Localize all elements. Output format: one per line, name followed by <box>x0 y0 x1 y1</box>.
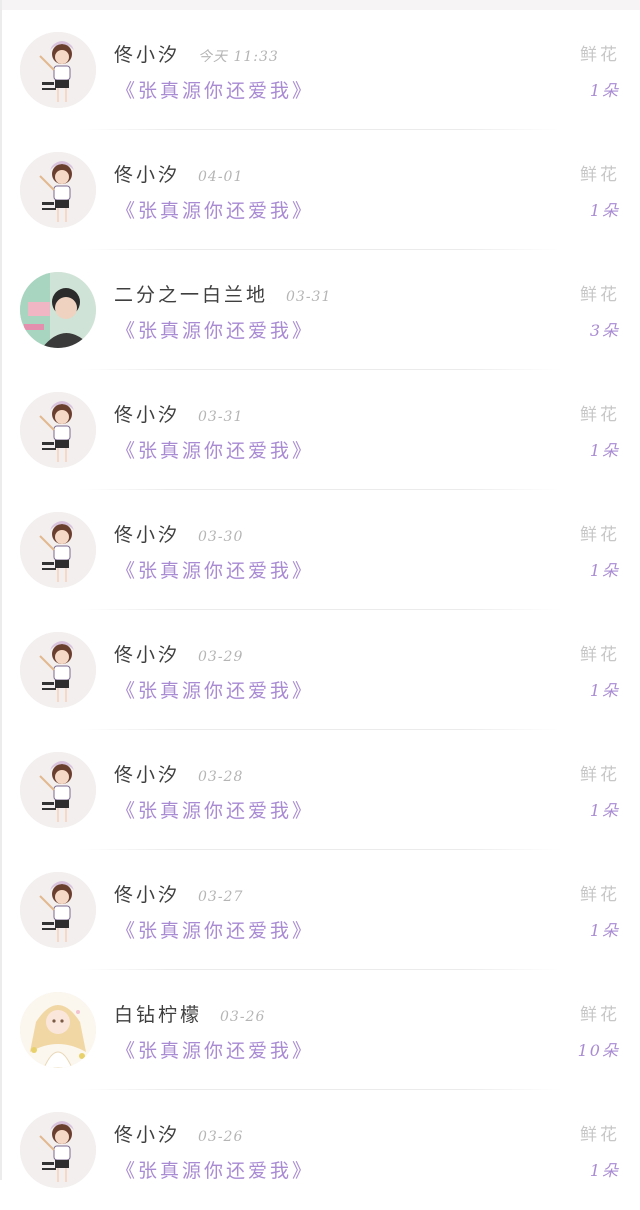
gift-type-label: 鲜花 <box>580 1125 620 1145</box>
gift-count: 3朵 <box>589 321 620 340</box>
user-avatar[interactable] <box>20 392 96 468</box>
gift-record-list: 佟小汐 今天 11:33 《张真源你还爱我》 鲜花 1朵 佟小汐 04-01 《… <box>0 10 640 1210</box>
user-name[interactable]: 二分之一白兰地 <box>114 284 268 306</box>
book-title-link[interactable]: 《张真源你还爱我》 <box>116 436 314 463</box>
user-name[interactable]: 白钻柠檬 <box>114 1004 202 1026</box>
list-item[interactable]: 佟小汐 03-26 《张真源你还爱我》 鲜花 1朵 <box>0 1090 640 1210</box>
user-avatar[interactable] <box>20 512 96 588</box>
send-date: 04-01 <box>198 169 244 185</box>
list-item[interactable]: 佟小汐 03-30 《张真源你还爱我》 鲜花 1朵 <box>0 490 640 610</box>
gift-count: 10朵 <box>577 1041 620 1060</box>
gift-count: 1朵 <box>589 561 620 580</box>
anime-girl-avatar-icon <box>20 992 96 1068</box>
user-name[interactable]: 佟小汐 <box>114 764 180 786</box>
user-name[interactable]: 佟小汐 <box>114 524 180 546</box>
gift-type-label: 鲜花 <box>580 765 620 785</box>
list-item[interactable]: 佟小汐 03-28 《张真源你还爱我》 鲜花 1朵 <box>0 730 640 850</box>
send-date: 今天 11:33 <box>198 49 279 65</box>
gift-type-label: 鲜花 <box>580 285 620 305</box>
send-date: 03-31 <box>286 289 332 305</box>
gift-type-label: 鲜花 <box>580 165 620 185</box>
user-avatar[interactable] <box>20 872 96 948</box>
gift-count: 1朵 <box>589 1161 620 1180</box>
gift-count: 1朵 <box>589 801 620 820</box>
girl-avatar-icon <box>20 872 96 948</box>
gift-type-label: 鲜花 <box>580 885 620 905</box>
top-strip <box>0 0 640 10</box>
send-date: 03-26 <box>220 1009 266 1025</box>
gift-count: 1朵 <box>589 81 620 100</box>
send-date: 03-30 <box>198 529 244 545</box>
user-name[interactable]: 佟小汐 <box>114 884 180 906</box>
gift-type-label: 鲜花 <box>580 525 620 545</box>
book-title-link[interactable]: 《张真源你还爱我》 <box>116 676 314 703</box>
list-item[interactable]: 佟小汐 03-31 《张真源你还爱我》 鲜花 1朵 <box>0 370 640 490</box>
boy-photo-avatar-icon <box>20 272 96 348</box>
send-date: 03-29 <box>198 649 244 665</box>
book-title-link[interactable]: 《张真源你还爱我》 <box>116 316 314 343</box>
girl-avatar-icon <box>20 752 96 828</box>
user-avatar[interactable] <box>20 32 96 108</box>
girl-avatar-icon <box>20 32 96 108</box>
girl-avatar-icon <box>20 1112 96 1188</box>
user-avatar[interactable] <box>20 152 96 228</box>
girl-avatar-icon <box>20 632 96 708</box>
send-date: 03-26 <box>198 1129 244 1145</box>
gift-type-label: 鲜花 <box>580 405 620 425</box>
book-title-link[interactable]: 《张真源你还爱我》 <box>116 76 314 103</box>
gift-count: 1朵 <box>589 441 620 460</box>
gift-type-label: 鲜花 <box>580 45 620 65</box>
send-date: 03-31 <box>198 409 244 425</box>
user-avatar[interactable] <box>20 1112 96 1188</box>
book-title-link[interactable]: 《张真源你还爱我》 <box>116 556 314 583</box>
book-title-link[interactable]: 《张真源你还爱我》 <box>116 1156 314 1183</box>
user-name[interactable]: 佟小汐 <box>114 1124 180 1146</box>
send-date: 03-27 <box>198 889 244 905</box>
girl-avatar-icon <box>20 152 96 228</box>
list-item[interactable]: 佟小汐 04-01 《张真源你还爱我》 鲜花 1朵 <box>0 130 640 250</box>
user-name[interactable]: 佟小汐 <box>114 164 180 186</box>
book-title-link[interactable]: 《张真源你还爱我》 <box>116 196 314 223</box>
user-avatar[interactable] <box>20 752 96 828</box>
user-name[interactable]: 佟小汐 <box>114 404 180 426</box>
user-avatar[interactable] <box>20 632 96 708</box>
gift-count: 1朵 <box>589 681 620 700</box>
user-name[interactable]: 佟小汐 <box>114 644 180 666</box>
book-title-link[interactable]: 《张真源你还爱我》 <box>116 916 314 943</box>
list-item[interactable]: 佟小汐 03-27 《张真源你还爱我》 鲜花 1朵 <box>0 850 640 970</box>
gift-count: 1朵 <box>589 921 620 940</box>
list-item[interactable]: 二分之一白兰地 03-31 《张真源你还爱我》 鲜花 3朵 <box>0 250 640 370</box>
user-avatar[interactable] <box>20 992 96 1068</box>
list-item[interactable]: 佟小汐 03-29 《张真源你还爱我》 鲜花 1朵 <box>0 610 640 730</box>
book-title-link[interactable]: 《张真源你还爱我》 <box>116 796 314 823</box>
list-item[interactable]: 佟小汐 今天 11:33 《张真源你还爱我》 鲜花 1朵 <box>0 10 640 130</box>
gift-count: 1朵 <box>589 201 620 220</box>
gift-type-label: 鲜花 <box>580 645 620 665</box>
user-avatar[interactable] <box>20 272 96 348</box>
book-title-link[interactable]: 《张真源你还爱我》 <box>116 1036 314 1063</box>
gift-type-label: 鲜花 <box>580 1005 620 1025</box>
send-date: 03-28 <box>198 769 244 785</box>
girl-avatar-icon <box>20 392 96 468</box>
list-item[interactable]: 白钻柠檬 03-26 《张真源你还爱我》 鲜花 10朵 <box>0 970 640 1090</box>
girl-avatar-icon <box>20 512 96 588</box>
user-name[interactable]: 佟小汐 <box>114 44 180 66</box>
